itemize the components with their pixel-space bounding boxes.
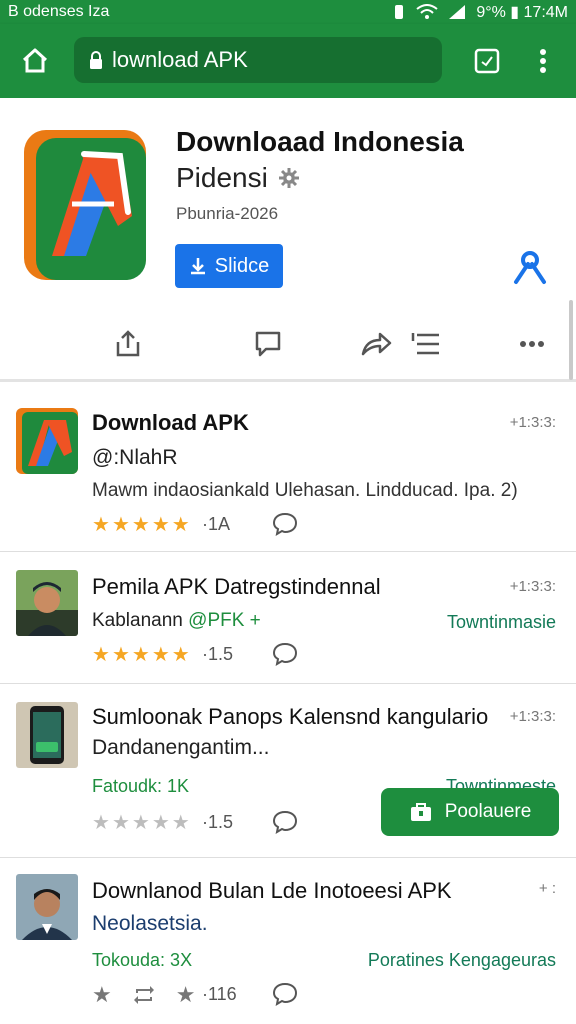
list-item-description: Neolasetsia. [92,912,208,935]
star-icon: ★ [151,514,170,536]
gear-icon[interactable] [278,167,300,189]
app-title: Downloaad Indonesia [176,126,464,157]
star-icon: ★ [171,514,190,536]
repost-icon[interactable] [132,985,156,1005]
home-icon [22,48,48,73]
star-icon: ★ [131,812,150,834]
briefcase-icon [410,803,431,821]
signal-icon [449,5,466,19]
star-icon: ★ [171,812,190,834]
status-bar: B odenses Iza 9°% ▮ 17:4M [0,0,576,24]
list-item-title: Sumloonak Panops Kalensnd kangulario [92,704,489,729]
scrollbar[interactable] [569,300,573,380]
comment-icon[interactable] [272,810,298,834]
list-item-downloads: Fatoudk: 1K [92,776,190,796]
list-item-title: Downlanod Bulan Lde Inotoeesi APK [92,878,452,903]
star-icon: ★ [92,514,110,536]
forward-button[interactable] [356,324,396,364]
playlist-button[interactable] [406,324,446,364]
share-button[interactable] [108,324,148,364]
more-horiz-icon [520,341,544,347]
star-icon[interactable]: ★ [176,982,196,1008]
star-icon: ★ [92,812,110,834]
install-button-label: Slidce [214,254,270,277]
list-item-tag[interactable]: @PFK + [188,610,261,631]
comment-icon[interactable] [272,512,298,536]
list-item-title: Pemila APK Datregstindennal [92,574,381,599]
star-icon: ★ [111,514,130,536]
app-developer: Pidensi [176,162,268,193]
browser-toolbar: lownload APK [0,24,576,98]
list-item-description: Mawm indaosiankald Ulehasan. Lindducad. … [92,480,518,501]
phone-thumbnail-icon [16,702,78,768]
avatar [16,570,78,636]
star-icon: ★ [131,644,150,666]
comment-button[interactable] [248,324,288,364]
comment-icon[interactable] [272,642,298,666]
app-header-card: Downloaad Indonesia Pidensi Pbunria-2026… [0,98,576,382]
download-button-label: Poolauere [444,801,532,822]
rating-stars: ★ ★ ★ ★ ★ [92,642,190,667]
comment-icon [255,331,281,357]
list-item-description: Dandanengantim... [92,736,270,759]
more-vert-icon [540,49,546,73]
url-text: lownload APK [112,47,248,72]
star-icon: ★ [92,644,110,666]
list-item-handle: @:NlahR [92,446,178,469]
app-thumbnail-icon [16,408,78,474]
wifi-icon [416,4,438,19]
tabs-button[interactable] [466,40,508,82]
link-icon[interactable] [512,250,548,286]
list-item-downloads: Tokouda: 3X [92,950,193,970]
download-icon [190,258,205,275]
list-item-actions: ★ ★ [92,982,195,1008]
app-logo-icon [24,130,146,280]
status-battery-time: 9°% ▮ 17:4M [476,4,568,21]
install-button[interactable]: Slidce [175,244,283,288]
star-icon: ★ [111,812,130,834]
list-item[interactable]: Pemila APK Datregstindennal +1:3:3: Kabl… [0,552,576,684]
app-meta: Pbunria-2026 [176,204,279,223]
status-left-text: B odenses Iza [8,3,110,20]
action-row [0,324,576,364]
url-bar[interactable]: lownload APK [74,37,442,83]
rating-stars: ★ ★ ★ ★ ★ [92,512,190,537]
star-icon[interactable]: ★ [92,982,112,1008]
star-icon: ★ [151,644,170,666]
list-item-link[interactable]: Poratines Kengageuras [368,950,556,971]
star-icon: ★ [111,644,130,666]
download-button[interactable]: Poolauere [381,788,559,836]
avatar [16,874,78,940]
rating-count: ·116 [202,984,237,1004]
lock-icon [90,51,102,69]
list-item-time: +1:3:3: [509,578,556,595]
rating-stars: ★ ★ ★ ★ ★ [92,810,190,835]
list-item-source: Kablanann [92,610,183,631]
list-item[interactable]: Sumloonak Panops Kalensnd kangulario +1:… [0,684,576,858]
forward-arrow-icon [361,332,392,356]
rating-count: ·1.5 [202,644,234,664]
list-item[interactable]: Download APK +1:3:3: @:NlahR Mawm indaos… [0,388,576,552]
home-button[interactable] [14,40,56,82]
star-icon: ★ [171,644,190,666]
star-icon: ★ [151,812,170,834]
rating-count: ·1A [202,514,231,534]
list-item-time: + : [538,880,556,897]
list-item-time: +1:3:3: [509,414,556,431]
list-item-title: Download APK [92,410,249,435]
share-icon [116,330,140,357]
tab-switcher-icon [474,48,500,74]
menu-button[interactable] [522,40,564,82]
list-item-time: +1:3:3: [509,708,556,725]
rating-count: ·1.5 [202,812,234,832]
vibrate-icon [395,5,404,19]
star-icon: ★ [131,514,150,536]
comment-icon[interactable] [272,982,298,1006]
playlist-icon [411,333,439,355]
list-item-link[interactable]: Towntinmasie [447,612,556,633]
list-item[interactable]: Downlanod Bulan Lde Inotoeesi APK + : Ne… [0,858,576,1024]
more-button[interactable] [512,324,552,364]
